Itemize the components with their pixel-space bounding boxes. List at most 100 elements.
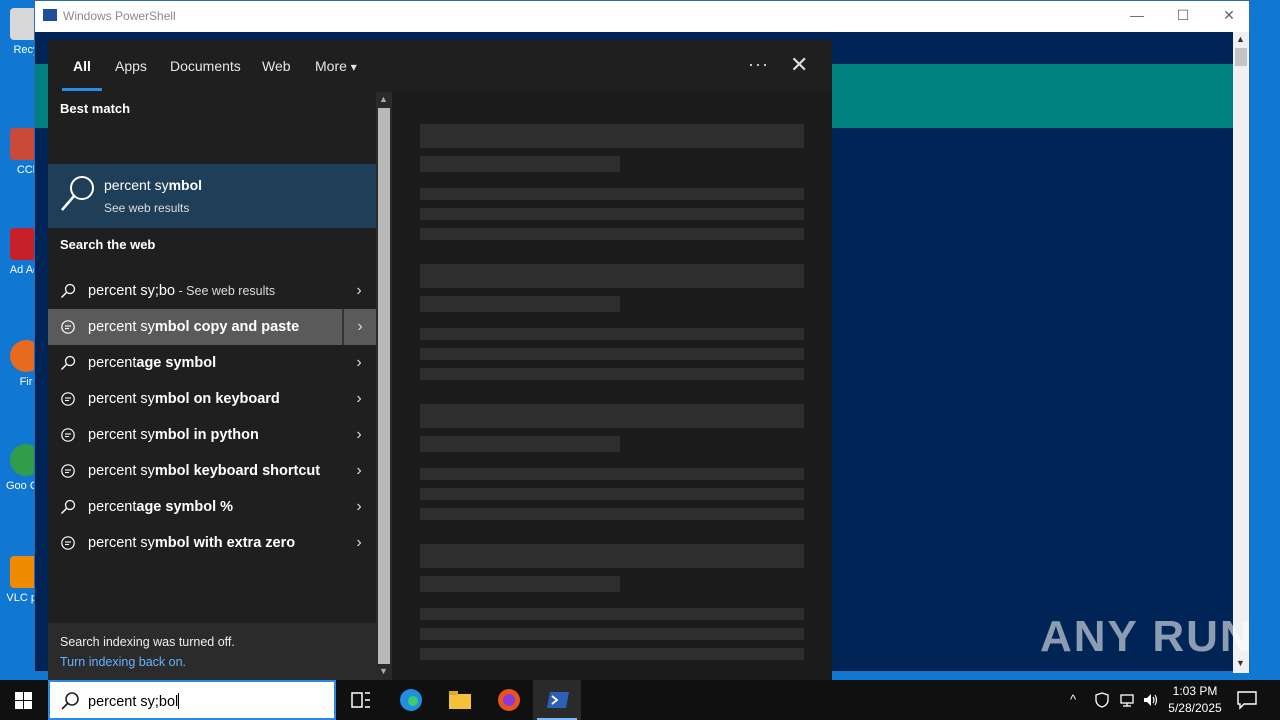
taskbar-powershell[interactable] <box>533 680 581 720</box>
web-result-text: percent symbol copy and paste <box>88 319 299 335</box>
chevron-right-icon[interactable]: › <box>342 489 376 525</box>
clock-date: 5/28/2025 <box>1168 701 1222 715</box>
loading-placeholder <box>420 368 804 380</box>
web-result-row[interactable]: percent symbol on keyboard › <box>48 381 376 417</box>
loading-placeholder <box>420 608 804 620</box>
results-list: Best match percent symbol See web result… <box>48 92 376 680</box>
options-icon[interactable]: ··· <box>748 54 769 75</box>
tab-more-label: More <box>315 58 347 74</box>
notifications-icon[interactable] <box>1236 690 1258 710</box>
loading-placeholder <box>420 576 620 592</box>
loading-placeholder <box>420 228 804 240</box>
start-button[interactable] <box>0 680 48 720</box>
results-scrollbar[interactable]: ▲ ▼ <box>376 92 392 680</box>
best-match-item[interactable]: percent symbol See web results <box>48 164 376 228</box>
web-result-suffix: - See web results <box>175 284 276 298</box>
web-result-text-plain: percent sy <box>88 463 155 479</box>
loading-placeholder <box>420 544 804 568</box>
volume-icon[interactable] <box>1143 692 1159 708</box>
close-search-button[interactable]: ✕ <box>790 52 808 78</box>
search-icon <box>60 283 76 299</box>
minimize-button[interactable]: — <box>1127 7 1147 23</box>
chevron-right-icon[interactable]: › <box>342 417 376 453</box>
web-result-text-bold: age symbol % <box>136 499 234 515</box>
web-result-text-plain: percent sy;bo <box>88 283 176 299</box>
window-title: Windows PowerShell <box>63 9 176 23</box>
powershell-icon <box>547 692 569 708</box>
chevron-right-icon[interactable]: › <box>342 525 376 561</box>
web-result-row[interactable]: percent symbol with extra zero › <box>48 525 376 561</box>
web-result-text-plain: percent <box>88 355 137 371</box>
web-result-text-bold: mbol with extra zero <box>154 535 296 551</box>
firefox-icon <box>498 689 520 711</box>
loading-placeholder <box>420 648 804 660</box>
tab-more[interactable]: More ▾ <box>315 58 357 74</box>
tab-apps[interactable]: Apps <box>115 58 147 74</box>
loading-placeholder <box>420 328 804 340</box>
chevron-right-icon[interactable]: › <box>342 381 376 417</box>
indexing-notice: Search indexing was turned off. Turn ind… <box>48 623 376 680</box>
search-icon <box>61 176 94 211</box>
edge-icon <box>400 689 422 711</box>
taskbar-edge[interactable] <box>386 680 434 720</box>
indexing-notice-text: Search indexing was turned off. <box>60 635 235 649</box>
network-icon[interactable] <box>1119 692 1135 708</box>
scroll-up-icon[interactable]: ▲ <box>1236 34 1245 44</box>
tab-documents[interactable]: Documents <box>170 58 241 74</box>
web-result-text-bold: mbol keyboard shortcut <box>154 463 321 479</box>
taskbar-clock[interactable]: 1:03 PM 5/28/2025 <box>1160 683 1230 717</box>
web-result-text-plain: percent <box>88 499 137 515</box>
preview-pane-loading <box>392 92 832 680</box>
web-result-text: percent symbol in python <box>88 427 259 443</box>
results-scrollbar-thumb[interactable] <box>378 108 390 664</box>
web-result-text-bold: mbol on keyboard <box>154 391 280 407</box>
task-view-button[interactable] <box>336 680 384 720</box>
scrollbar-thumb[interactable] <box>1235 48 1247 66</box>
show-hidden-icons-button[interactable]: ^ <box>1070 692 1076 707</box>
search-query-text: percent sy;bol <box>88 694 179 710</box>
web-result-row[interactable]: percent symbol keyboard shortcut › <box>48 453 376 489</box>
search-icon <box>60 355 76 371</box>
best-match-title-bold: mbol <box>168 177 203 193</box>
web-result-text-plain: percent sy <box>88 427 155 443</box>
folder-icon <box>449 691 471 709</box>
taskbar-search-input[interactable]: percent sy;bol <box>48 680 336 720</box>
web-result-row[interactable]: percentage symbol › <box>48 345 376 381</box>
loading-placeholder <box>420 508 804 520</box>
loading-placeholder <box>420 488 804 500</box>
chevron-right-icon[interactable]: › <box>342 309 376 345</box>
web-result-row[interactable]: percent sy;bo - See web results › <box>48 273 376 309</box>
chevron-right-icon[interactable]: › <box>342 453 376 489</box>
suggestion-icon <box>60 319 76 335</box>
powershell-scrollbar[interactable]: ▲ ▼ <box>1233 32 1249 673</box>
loading-placeholder <box>420 156 620 172</box>
turn-indexing-on-link[interactable]: Turn indexing back on. <box>60 655 186 669</box>
chevron-right-icon[interactable]: › <box>342 345 376 381</box>
best-match-subtitle: See web results <box>104 201 190 215</box>
active-tab-indicator <box>62 88 102 91</box>
chevron-right-icon[interactable]: › <box>342 273 376 309</box>
best-match-heading: Best match <box>60 101 131 116</box>
close-window-button[interactable]: ✕ <box>1219 7 1239 24</box>
loading-placeholder <box>420 628 804 640</box>
web-result-row[interactable]: percentage symbol % › <box>48 489 376 525</box>
web-result-text: percentage symbol <box>88 355 216 371</box>
taskbar-file-explorer[interactable] <box>435 680 483 720</box>
powershell-titlebar[interactable]: Windows PowerShell — ☐ ✕ <box>35 1 1249 32</box>
loading-placeholder <box>420 348 804 360</box>
maximize-button[interactable]: ☐ <box>1173 7 1193 24</box>
tab-web[interactable]: Web <box>262 58 291 74</box>
web-result-text-bold: age symbol <box>136 355 217 371</box>
best-match-title-plain: percent sy <box>104 177 169 193</box>
suggestion-icon <box>60 427 76 443</box>
shield-icon[interactable] <box>1095 692 1109 708</box>
windows-logo-icon <box>15 692 32 709</box>
loading-placeholder <box>420 436 620 452</box>
web-result-row[interactable]: percent symbol in python › <box>48 417 376 453</box>
tab-all[interactable]: All <box>73 58 91 74</box>
scroll-up-icon[interactable]: ▲ <box>379 94 388 104</box>
chevron-down-icon: ▾ <box>350 60 357 74</box>
web-result-row[interactable]: percent symbol copy and paste › <box>48 309 376 345</box>
scroll-down-icon[interactable]: ▼ <box>379 666 388 676</box>
taskbar-firefox[interactable] <box>484 680 532 720</box>
